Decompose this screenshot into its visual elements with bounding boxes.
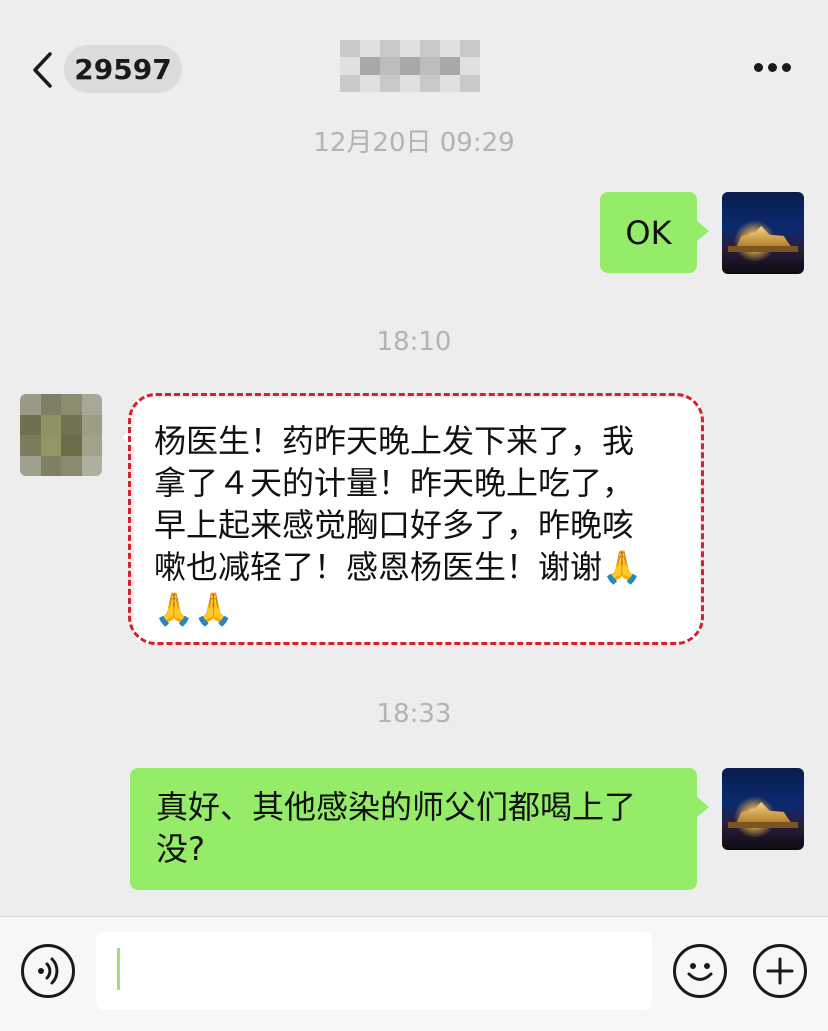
message-timestamp: 18:33 (376, 699, 452, 729)
chat-title-blurred (340, 40, 480, 92)
message-input[interactable] (96, 932, 652, 1010)
more-dots-icon[interactable] (752, 56, 792, 80)
message-text-line: 🙏🙏 (154, 590, 234, 628)
chat-screen: 29597 12月20日 09:29 OK 18:10 杨医生！药昨天晚上发下来… (0, 0, 828, 1031)
voice-icon[interactable] (21, 944, 75, 998)
message-timestamp: 12月20日 09:29 (313, 128, 515, 158)
sent-message-bubble[interactable]: OK (600, 192, 709, 273)
message-text-line: 真好、其他感染的师父们都喝上了 (156, 788, 637, 826)
message-text-line: 没? (156, 830, 205, 868)
text-caret (117, 948, 120, 990)
message-text-line: 嗽也减轻了！感恩杨医生！谢谢🙏 (154, 548, 642, 586)
message-text: OK (625, 213, 672, 252)
bubble-tail (122, 426, 135, 448)
unread-count-badge[interactable]: 29597 (64, 45, 182, 93)
plus-icon[interactable] (753, 944, 807, 998)
message-text-line: 早上起来感觉胸口好多了，昨晚咳 (154, 506, 635, 544)
message-text-line: 拿了４天的计量！昨天晚上吃了， (154, 464, 635, 502)
my-avatar[interactable] (722, 768, 804, 850)
contact-avatar[interactable] (20, 394, 102, 476)
sent-message-bubble[interactable]: 真好、其他感染的师父们都喝上了 没? (130, 768, 709, 890)
chevron-left-icon[interactable] (30, 50, 56, 90)
emoji-icon[interactable] (673, 944, 727, 998)
my-avatar[interactable] (722, 192, 804, 274)
bubble-tail (696, 796, 709, 818)
message-text-line: 杨医生！药昨天晚上发下来了，我 (154, 422, 635, 460)
top-bar: 29597 (0, 0, 828, 112)
received-message-bubble[interactable]: 杨医生！药昨天晚上发下来了，我 拿了４天的计量！昨天晚上吃了， 早上起来感觉胸口… (122, 398, 700, 642)
bubble-tail (696, 220, 709, 242)
message-timestamp: 18:10 (376, 327, 452, 357)
